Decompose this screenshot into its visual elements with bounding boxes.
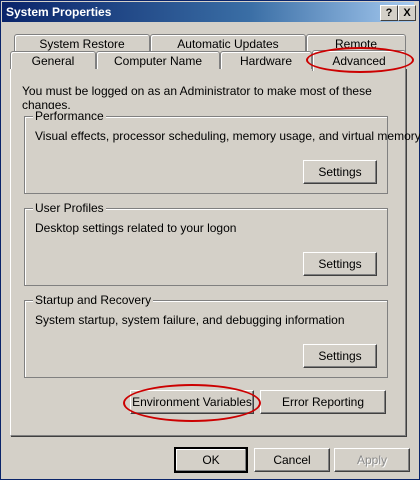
window-title: System Properties [6,5,112,19]
user-profiles-title: User Profiles [33,201,106,215]
user-profiles-settings-button[interactable]: Settings [303,252,377,276]
tab-label: Computer Name [113,53,203,68]
cancel-button[interactable]: Cancel [254,448,330,472]
button-label: Settings [318,165,362,179]
user-profiles-description: Desktop settings related to your logon [35,221,237,235]
apply-button[interactable]: Apply [334,448,410,472]
button-label: Apply [356,453,388,467]
tab-label: General [31,53,75,68]
tab-automatic-updates[interactable]: Automatic Updates [150,34,306,52]
tab-label: Automatic Updates [177,36,279,51]
startup-recovery-group: Startup and Recovery System startup, sys… [24,293,388,378]
startup-recovery-title: Startup and Recovery [33,293,154,307]
performance-description: Visual effects, processor scheduling, me… [35,129,420,143]
button-label: Error Reporting [281,395,365,409]
performance-title: Performance [33,109,106,123]
tab-label: Remote [334,36,378,51]
tab-advanced[interactable]: Advanced [312,50,406,71]
user-profiles-group: User Profiles Desktop settings related t… [24,201,388,286]
ok-button[interactable]: OK [174,447,248,473]
tab-label: Hardware [239,53,293,68]
close-button[interactable]: X [398,5,416,21]
button-label: Settings [318,257,362,271]
tab-label: Advanced [332,54,386,68]
button-label: Environment Variables [132,395,252,409]
help-icon: ? [385,6,393,19]
tab-computer-name[interactable]: Computer Name [96,51,220,69]
startup-recovery-settings-button[interactable]: Settings [303,344,377,368]
error-reporting-button[interactable]: Error Reporting [260,390,386,414]
button-label: Settings [318,349,362,363]
tab-label: System Restore [39,36,125,51]
tab-hardware[interactable]: Hardware [220,51,312,69]
title-bar: System Properties ? X [2,2,416,22]
tab-general[interactable]: General [10,51,96,69]
tab-system-restore[interactable]: System Restore [14,34,150,52]
performance-settings-button[interactable]: Settings [303,160,377,184]
close-icon: X [403,6,411,19]
performance-group: Performance Visual effects, processor sc… [24,109,420,194]
button-label: Cancel [273,453,311,467]
environment-variables-button[interactable]: Environment Variables [130,390,254,414]
help-button[interactable]: ? [380,5,398,21]
startup-recovery-description: System startup, system failure, and debu… [35,313,345,327]
admin-note: You must be logged on as an Administrato… [22,84,372,112]
button-label: OK [202,453,220,467]
